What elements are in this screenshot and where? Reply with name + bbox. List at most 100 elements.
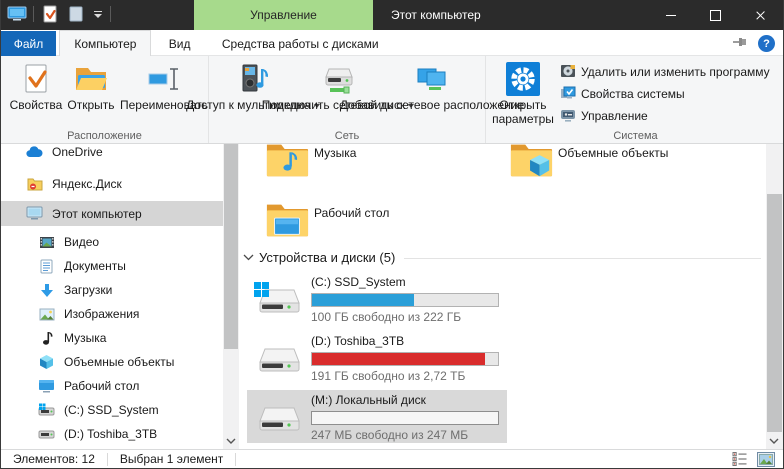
window-title: Этот компьютер <box>391 0 481 30</box>
main-scrollbar-thumb[interactable] <box>767 194 782 432</box>
thumbnails-view-button[interactable] <box>757 451 775 467</box>
capacity-bar <box>311 293 499 307</box>
main-scrollbar[interactable] <box>766 144 783 450</box>
sidebar-item-drive-d[interactable]: (D:) Toshiba_3TB <box>1 422 223 446</box>
maximize-icon <box>710 10 721 21</box>
manage-icon <box>560 107 576 126</box>
add-network-location-icon <box>415 61 449 97</box>
details-view-button[interactable] <box>731 451 749 467</box>
ribbon-group-location: Свойства Открыть Переименовать Расположе… <box>1 56 209 143</box>
add-network-location-button[interactable]: Добавить сетевое расположение <box>383 56 481 112</box>
pictures-icon <box>38 306 55 323</box>
sidebar-item-3d-objects[interactable]: Объемные объекты <box>1 350 223 374</box>
sidebar-item-pictures[interactable]: Изображения <box>1 302 223 326</box>
folder-item-desktop[interactable]: Рабочий стол <box>265 199 389 242</box>
close-button[interactable] <box>738 0 783 30</box>
uninstall-program-button[interactable]: Удалить или изменить программу <box>560 62 770 82</box>
toolbar-separator <box>33 6 34 22</box>
help-icon[interactable]: ? <box>758 35 775 52</box>
pin-ribbon-icon[interactable] <box>732 34 748 53</box>
media-server-icon <box>237 61 269 97</box>
properties-icon[interactable] <box>40 4 60 24</box>
status-bar: Элементов: 12 Выбран 1 элемент <box>1 449 783 468</box>
folder-item-music[interactable]: Музыка <box>265 139 356 182</box>
customize-toolbar-dropdown-icon[interactable] <box>92 4 104 24</box>
drive-icon <box>256 345 302 379</box>
explorer-window: Управление Этот компьютер Файл Компьютер… <box>0 0 784 469</box>
maximize-button[interactable] <box>693 0 738 30</box>
open-folder-icon <box>74 61 108 97</box>
tab-view[interactable]: Вид <box>155 31 205 57</box>
map-network-drive-icon <box>321 61 355 97</box>
navigation-pane: OneDrive Яндекс.Диск Этот компьютер Виде… <box>1 144 223 450</box>
downloads-icon <box>38 282 55 299</box>
sidebar-item-onedrive[interactable]: OneDrive <box>1 144 223 164</box>
selection-count: Выбран 1 элемент <box>108 453 236 466</box>
sidebar-scrollbar-thumb[interactable] <box>224 144 238 349</box>
contextual-tab-header-manage[interactable]: Управление <box>194 0 373 30</box>
minimize-button[interactable] <box>648 0 693 30</box>
3d-objects-icon <box>38 354 55 371</box>
sidebar-item-videos[interactable]: Видео <box>1 230 223 254</box>
sidebar-item-downloads[interactable]: Загрузки <box>1 278 223 302</box>
files-pane: Музыка Объемные объекты Рабочий стол Уст… <box>241 144 768 450</box>
3d-objects-folder-icon <box>509 139 553 182</box>
documents-icon <box>38 258 55 275</box>
sidebar-item-this-pc[interactable]: Этот компьютер <box>1 201 223 226</box>
properties-button[interactable]: Свойства <box>9 56 63 112</box>
desktop-folder-icon <box>265 199 309 242</box>
open-button[interactable]: Открыть <box>63 56 119 112</box>
sidebar-item-yandex-disk[interactable]: Яндекс.Диск <box>1 172 223 196</box>
music-folder-icon <box>265 139 309 182</box>
settings-gear-icon <box>506 61 540 97</box>
new-folder-icon[interactable] <box>66 4 86 24</box>
section-header-devices-and-drives[interactable]: Устройства и диски (5) <box>243 250 761 265</box>
uninstall-program-icon <box>560 63 576 82</box>
rename-icon <box>147 61 181 97</box>
sidebar-item-drive-c[interactable]: (C:) SSD_System <box>1 398 223 422</box>
drive-icon <box>256 404 302 438</box>
sidebar-scrollbar[interactable] <box>223 144 239 450</box>
music-icon <box>38 330 55 347</box>
drive-icon <box>38 426 55 443</box>
capacity-bar <box>311 411 499 425</box>
section-divider <box>404 258 761 259</box>
yandex-disk-icon <box>26 176 43 193</box>
sidebar-item-documents[interactable]: Документы <box>1 254 223 278</box>
items-count: Элементов: 12 <box>1 453 108 466</box>
windows-logo-icon <box>254 282 269 297</box>
desktop-icon <box>38 378 55 395</box>
system-drive-icon <box>38 402 55 419</box>
capacity-bar <box>311 352 499 366</box>
tab-computer[interactable]: Компьютер <box>59 30 151 56</box>
folder-item-3d-objects[interactable]: Объемные объекты <box>509 139 668 182</box>
system-drive-icon <box>256 286 302 320</box>
open-settings-button[interactable]: Открыть параметры <box>490 56 556 126</box>
scroll-down-icon[interactable] <box>226 433 236 447</box>
sidebar-item-desktop[interactable]: Рабочий стол <box>1 374 223 398</box>
drive-item-c[interactable]: (C:) SSD_System 100 ГБ свободно из 222 Г… <box>247 272 507 325</box>
minimize-icon <box>666 15 676 16</box>
system-small-buttons: Удалить или изменить программу Свойства … <box>560 62 770 128</box>
ribbon-tab-row: Файл Компьютер Вид Средства работы с дис… <box>1 30 783 56</box>
system-properties-button[interactable]: Свойства системы <box>560 84 770 104</box>
onedrive-icon <box>26 144 43 161</box>
properties-icon <box>21 61 51 97</box>
ribbon-group-network: Доступ к мультимедиа Подключить сетевой … <box>209 56 486 143</box>
this-pc-icon <box>26 205 43 222</box>
collapse-chevron-icon <box>243 254 254 261</box>
window-controls <box>648 0 783 30</box>
tab-drive-tools[interactable]: Средства работы с дисками <box>208 31 393 57</box>
tab-file[interactable]: Файл <box>1 31 56 57</box>
computer-icon[interactable] <box>7 4 27 24</box>
sidebar-item-music[interactable]: Музыка <box>1 326 223 350</box>
system-properties-icon <box>560 85 576 104</box>
scroll-down-icon[interactable] <box>769 433 779 447</box>
toolbar-separator <box>110 6 111 22</box>
drive-item-m[interactable]: (M:) Локальный диск 247 МБ свободно из 2… <box>247 390 507 443</box>
title-bar: Управление Этот компьютер <box>1 0 783 30</box>
drive-item-d[interactable]: (D:) Toshiba_3TB 191 ГБ свободно из 2,72… <box>247 331 507 384</box>
content-area: OneDrive Яндекс.Диск Этот компьютер Виде… <box>1 144 783 450</box>
manage-button[interactable]: Управление <box>560 106 770 126</box>
quick-access-toolbar <box>7 4 111 24</box>
